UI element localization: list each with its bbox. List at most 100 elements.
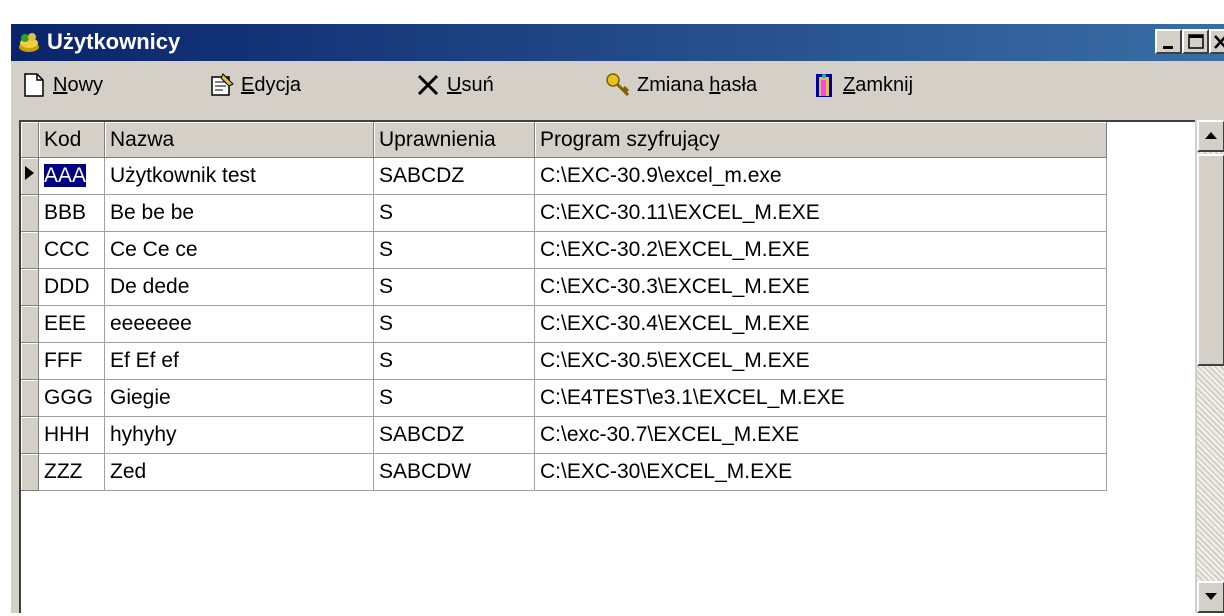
change-password-label: Zmiana hasła: [637, 73, 758, 96]
cell-kod[interactable]: CCC: [38, 231, 105, 269]
cell-program[interactable]: C:\EXC-30\EXCEL_M.EXE: [534, 453, 1107, 491]
row-indicator[interactable]: [21, 416, 39, 454]
table-row[interactable]: DDD De dede S C:\EXC-30.3\EXCEL_M.EXE: [21, 268, 1107, 306]
cell-uprawnienia[interactable]: S: [373, 194, 535, 232]
cell-uprawnienia[interactable]: S: [373, 268, 535, 306]
cell-program[interactable]: C:\EXC-30.4\EXCEL_M.EXE: [534, 305, 1107, 343]
row-indicator[interactable]: [21, 194, 39, 232]
row-indicator[interactable]: [21, 342, 39, 380]
table-row[interactable]: AAA Użytkownik test SABCDZ C:\EXC-30.9\exce…: [21, 157, 1107, 195]
cell-program[interactable]: C:\EXC-30.11\EXCEL_M.EXE: [534, 194, 1107, 232]
cell-kod[interactable]: BBB: [38, 194, 105, 232]
cell-program-text: C:\EXC-30.2\EXCEL_M.EXE: [540, 238, 810, 261]
cell-nazwa-text: Zed: [110, 460, 147, 483]
cell-program-text: C:\EXC-30.11\EXCEL_M.EXE: [540, 201, 820, 224]
row-indicator[interactable]: [21, 268, 39, 306]
maximize-button[interactable]: [1182, 29, 1209, 54]
column-header-uprawnienia[interactable]: Uprawnienia: [373, 122, 535, 158]
cell-uprawnienia-text: S: [379, 201, 394, 224]
delete-button[interactable]: Usuń: [415, 68, 494, 102]
table-row[interactable]: CCC Ce Ce ce S C:\EXC-30.2\EXCEL_M.EXE: [21, 231, 1107, 269]
column-header-program[interactable]: Program szyfrujący: [534, 122, 1107, 158]
cell-nazwa[interactable]: Użytkownik test: [104, 157, 374, 195]
arrow-up-icon: [1205, 132, 1217, 139]
edit-button[interactable]: Edycja: [209, 68, 301, 102]
arrow-down-icon: [1205, 593, 1217, 600]
row-indicator[interactable]: [21, 305, 39, 343]
cell-uprawnienia[interactable]: SABCDW: [373, 453, 535, 491]
column-header-nazwa[interactable]: Nazwa: [104, 122, 374, 158]
key-icon: [606, 73, 630, 97]
cell-uprawnienia-text: SABCDZ: [379, 423, 465, 446]
cell-kod-text: DDD: [44, 275, 90, 298]
table-row[interactable]: ZZZ Zed SABCDW C:\EXC-30\EXCEL_M.EXE: [21, 453, 1107, 491]
cell-uprawnienia[interactable]: S: [373, 305, 535, 343]
vertical-scrollbar[interactable]: [1197, 120, 1224, 613]
cell-kod[interactable]: EEE: [38, 305, 105, 343]
exit-door-icon: [816, 74, 832, 97]
cell-nazwa[interactable]: hyhyhy: [104, 416, 374, 454]
cell-kod[interactable]: AAA: [38, 157, 105, 195]
cell-nazwa[interactable]: Be be be: [104, 194, 374, 232]
table-row[interactable]: GGG Giegie S C:\E4TEST\e3.1\EXCEL_M.EXE: [21, 379, 1107, 417]
close-label: Zamknij: [843, 73, 914, 96]
cell-program-text: C:\EXC-30.9\excel_m.exe: [540, 164, 782, 187]
cell-nazwa[interactable]: Giegie: [104, 379, 374, 417]
row-indicator[interactable]: [21, 379, 39, 417]
cell-program[interactable]: C:\exc-30.7\EXCEL_M.EXE: [534, 416, 1107, 454]
users-grid[interactable]: Kod Nazwa Uprawnienia Program szyfrujący…: [19, 120, 1195, 613]
cell-uprawnienia-text: SABCDW: [379, 460, 472, 483]
table-header-row: Kod Nazwa Uprawnienia Program szyfrujący: [21, 122, 1107, 158]
cell-uprawnienia[interactable]: SABCDZ: [373, 157, 535, 195]
new-button[interactable]: Nowy: [21, 68, 103, 102]
cell-program-text: C:\EXC-30.3\EXCEL_M.EXE: [540, 275, 810, 298]
cell-nazwa[interactable]: De dede: [104, 268, 374, 306]
row-indicator[interactable]: [21, 157, 39, 195]
edit-document-icon: [211, 73, 234, 96]
table-row[interactable]: BBB Be be be S C:\EXC-30.11\EXCEL_M.EXE: [21, 194, 1107, 232]
cell-program[interactable]: C:\E4TEST\e3.1\EXCEL_M.EXE: [534, 379, 1107, 417]
cell-kod-text: EEE: [44, 312, 87, 335]
cell-program[interactable]: C:\EXC-30.3\EXCEL_M.EXE: [534, 268, 1107, 306]
cell-uprawnienia[interactable]: S: [373, 342, 535, 380]
row-indicator[interactable]: [21, 231, 39, 269]
cell-uprawnienia-text: SABCDZ: [379, 164, 465, 187]
title-bar[interactable]: Użytkownicy: [11, 24, 1224, 61]
cell-kod-text: CCC: [44, 238, 90, 261]
close-button[interactable]: Zamknij: [811, 68, 913, 102]
cell-kod[interactable]: ZZZ: [38, 453, 105, 491]
cell-program[interactable]: C:\EXC-30.2\EXCEL_M.EXE: [534, 231, 1107, 269]
row-indicator[interactable]: [21, 453, 39, 491]
close-window-button[interactable]: [1209, 29, 1224, 54]
scroll-down-button[interactable]: [1197, 581, 1224, 613]
cell-uprawnienia[interactable]: SABCDZ: [373, 416, 535, 454]
cell-nazwa-text: eeeeeee: [110, 312, 192, 335]
cell-uprawnienia[interactable]: S: [373, 379, 535, 417]
cell-nazwa[interactable]: Ce Ce ce: [104, 231, 374, 269]
scroll-thumb[interactable]: [1197, 154, 1224, 366]
scroll-up-button[interactable]: [1197, 120, 1224, 152]
cell-kod-text: HHH: [44, 423, 90, 446]
minimize-button[interactable]: [1155, 29, 1182, 54]
cell-kod[interactable]: HHH: [38, 416, 105, 454]
column-header-kod[interactable]: Kod: [38, 122, 105, 158]
cell-kod[interactable]: DDD: [38, 268, 105, 306]
cell-nazwa[interactable]: eeeeeee: [104, 305, 374, 343]
cell-nazwa-text: Ce Ce ce: [110, 238, 198, 261]
cell-program[interactable]: C:\EXC-30.5\EXCEL_M.EXE: [534, 342, 1107, 380]
users-table: Kod Nazwa Uprawnienia Program szyfrujący…: [21, 122, 1107, 491]
cell-uprawnienia-text: S: [379, 386, 394, 409]
cell-program[interactable]: C:\EXC-30.9\excel_m.exe: [534, 157, 1107, 195]
cell-kod[interactable]: FFF: [38, 342, 105, 380]
table-row[interactable]: HHH hyhyhy SABCDZ C:\exc-30.7\EXCEL_M.EXE: [21, 416, 1107, 454]
header-indicator-cell: [21, 122, 39, 158]
cell-nazwa[interactable]: Zed: [104, 453, 374, 491]
cell-uprawnienia-text: S: [379, 238, 394, 261]
cell-kod[interactable]: GGG: [38, 379, 105, 417]
new-label: Nowy: [53, 73, 104, 96]
cell-uprawnienia[interactable]: S: [373, 231, 535, 269]
cell-nazwa[interactable]: Ef Ef ef: [104, 342, 374, 380]
table-row[interactable]: EEE eeeeeee S C:\EXC-30.4\EXCEL_M.EXE: [21, 305, 1107, 343]
change-password-button[interactable]: Zmiana hasła: [605, 68, 757, 102]
table-row[interactable]: FFF Ef Ef ef S C:\EXC-30.5\EXCEL_M.EXE: [21, 342, 1107, 380]
